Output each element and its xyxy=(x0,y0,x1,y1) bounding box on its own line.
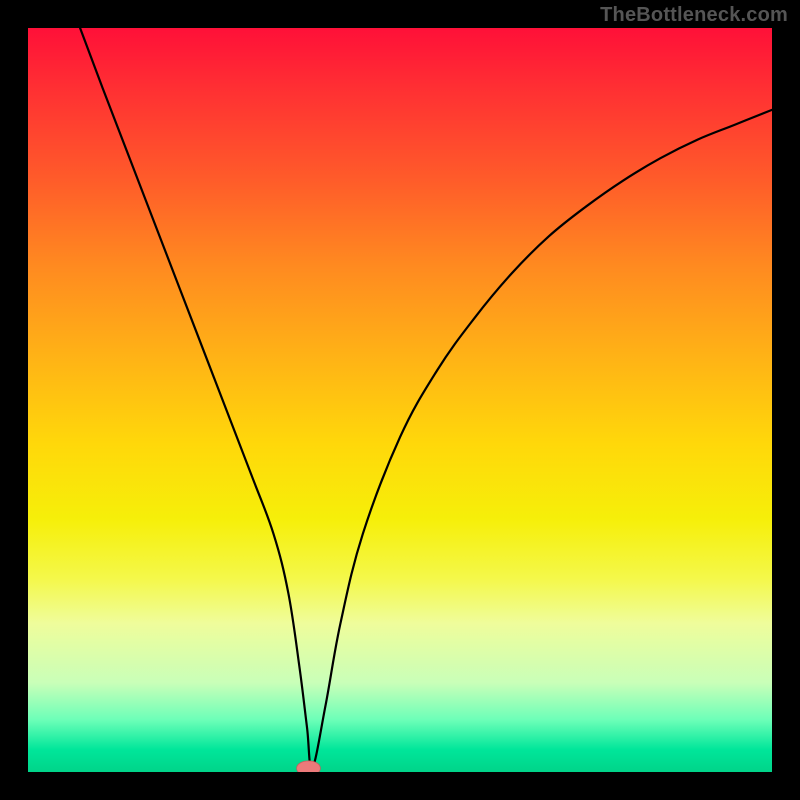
chart-frame: TheBottleneck.com xyxy=(0,0,800,800)
credit-text: TheBottleneck.com xyxy=(600,4,788,27)
min-marker xyxy=(297,761,321,772)
bottleneck-curve xyxy=(80,28,772,769)
plot-area xyxy=(28,28,772,772)
chart-svg xyxy=(28,28,772,772)
